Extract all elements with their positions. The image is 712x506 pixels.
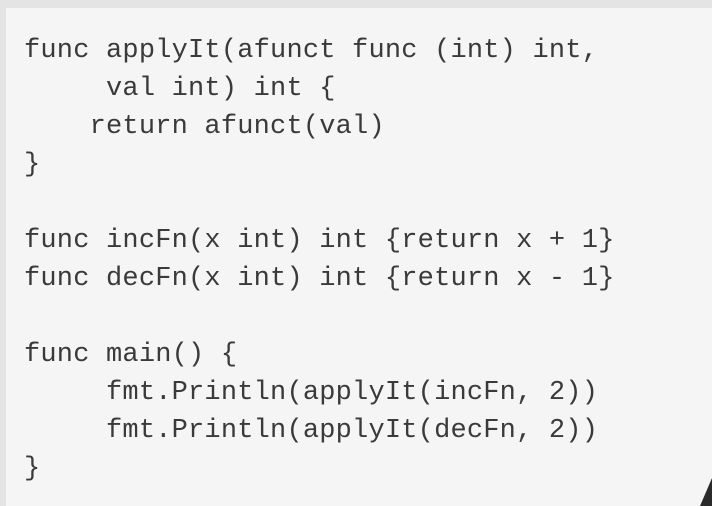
code-line-10: fmt.Println(applyIt(incFn, 2)): [24, 378, 599, 408]
code-line-2: val int) int {: [24, 74, 336, 104]
code-line-12: }: [24, 454, 41, 484]
code-line-11: fmt.Println(applyIt(decFn, 2)): [24, 416, 599, 446]
code-line-6: func incFn(x int) int {return x + 1}: [24, 226, 615, 256]
code-line-7: func decFn(x int) int {return x - 1}: [24, 264, 615, 294]
slide-corner-decoration: [700, 478, 712, 506]
code-line-9: func main() {: [24, 340, 238, 370]
code-line-1: func applyIt(afunct func (int) int,: [24, 36, 599, 66]
code-slide: func applyIt(afunct func (int) int, val …: [6, 8, 712, 506]
code-line-4: }: [24, 150, 41, 180]
code-line-3: return afunct(val): [24, 112, 385, 142]
